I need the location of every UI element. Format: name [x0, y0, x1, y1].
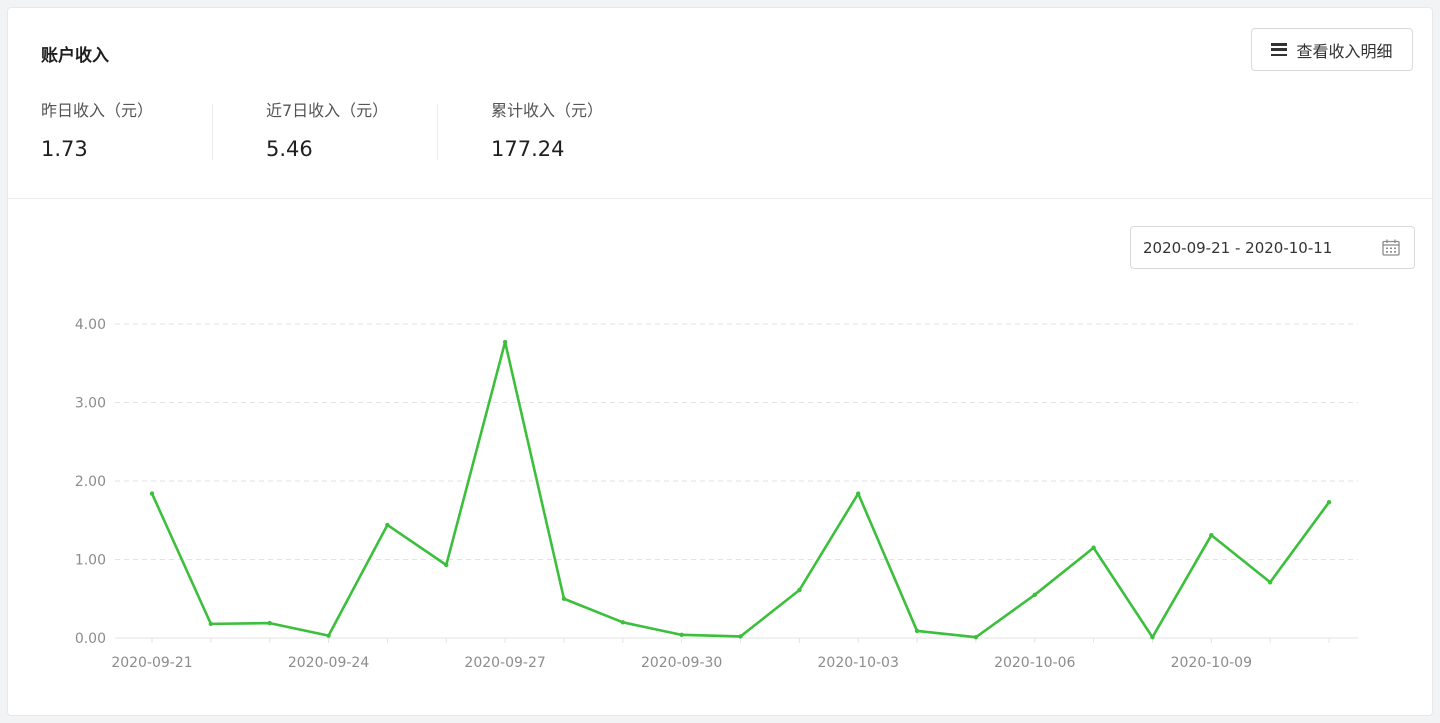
data-point[interactable] [561, 596, 567, 601]
y-tick-label: 4.00 [75, 317, 106, 333]
y-tick-label: 3.00 [75, 396, 106, 412]
data-point[interactable] [1150, 635, 1155, 640]
x-tick-label: 2020-09-24 [288, 655, 369, 671]
data-point[interactable] [267, 620, 272, 626]
x-tick-label: 2020-09-21 [111, 655, 192, 671]
data-point[interactable] [679, 632, 684, 638]
data-point[interactable] [149, 491, 155, 496]
income-panel: 账户收入 查看收入明细 昨日收入（元） 1.73 近7日收入（元） 5.46 累… [7, 7, 1433, 716]
data-point[interactable] [738, 634, 743, 639]
data-point[interactable] [1091, 545, 1096, 550]
data-point[interactable] [856, 491, 861, 496]
x-tick-label: 2020-10-03 [818, 655, 899, 671]
y-tick-label: 2.00 [75, 474, 106, 490]
data-point[interactable] [1209, 532, 1214, 538]
data-point[interactable] [1326, 499, 1332, 505]
y-tick-label: 0.00 [75, 631, 106, 647]
data-point[interactable] [1267, 580, 1273, 585]
x-tick-label: 2020-09-30 [641, 655, 722, 671]
data-point[interactable] [326, 633, 331, 638]
data-point[interactable] [502, 339, 508, 345]
data-point[interactable] [973, 635, 979, 640]
y-tick-label: 1.00 [75, 553, 106, 569]
x-tick-label: 2020-09-27 [464, 655, 545, 671]
x-tick-label: 2020-10-09 [1171, 655, 1252, 671]
data-point[interactable] [444, 562, 449, 568]
x-tick-label: 2020-10-06 [994, 655, 1075, 671]
data-point[interactable] [620, 620, 625, 625]
data-point[interactable] [914, 628, 920, 634]
data-point[interactable] [385, 522, 390, 528]
data-point[interactable] [208, 621, 214, 627]
data-point[interactable] [1032, 592, 1037, 598]
income-series-line [150, 340, 1331, 639]
income-line-chart: 0.00 1.00 2.00 3.00 4.00 2020-09-21 2020-09-24… [75, 317, 1358, 671]
data-point[interactable] [797, 587, 802, 593]
